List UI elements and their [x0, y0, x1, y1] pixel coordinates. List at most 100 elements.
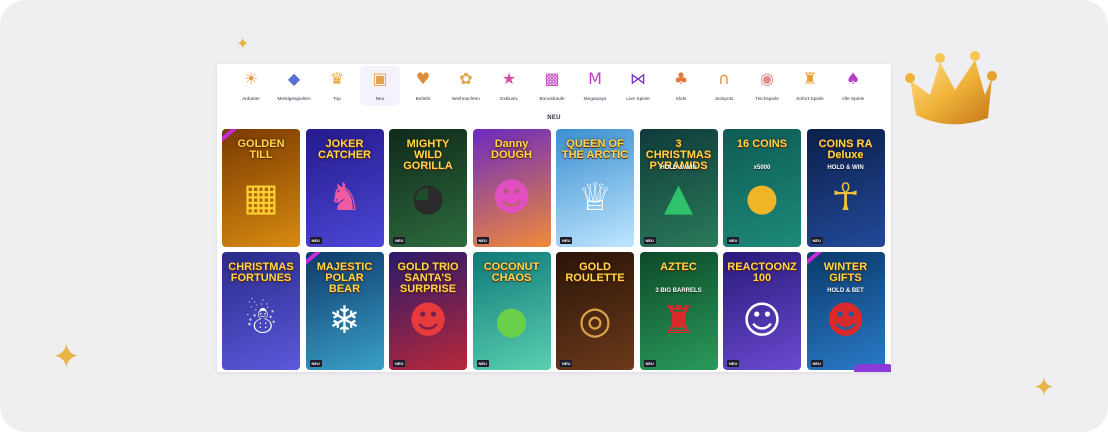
- game-title: QUEEN OF THE ARCTIC: [561, 138, 629, 161]
- crown-icon: ♛: [329, 69, 345, 88]
- game-title: COINS RA Deluxe: [818, 138, 873, 161]
- game-tile[interactable]: ☺ REACTOONZ 100 NEU: [723, 252, 801, 370]
- chat-button[interactable]: [854, 364, 891, 372]
- sun-icon: ☀: [243, 69, 259, 88]
- game-artwork: ☻: [408, 298, 448, 343]
- category-neu[interactable]: ▣ Neu: [360, 66, 400, 106]
- bowtie-icon: ⋈: [630, 69, 646, 88]
- category-top[interactable]: ♛ Top: [317, 66, 357, 106]
- category-sofort-spiele[interactable]: ♜ Sofort-Spiele: [790, 66, 830, 106]
- games-panel: ☀ Anbieter ◆ Meistgespielten ♛ Top ▣ Neu ♥ Belieb…: [217, 64, 891, 372]
- category-label: Jackpots: [714, 97, 734, 102]
- category-jackpots[interactable]: ∩ Jackpots: [704, 66, 744, 106]
- category-label: Weihnachten: [452, 97, 480, 102]
- diamond-icon: ◆: [287, 69, 301, 88]
- category-live-spiele[interactable]: ⋈ Live Spiele: [618, 66, 658, 106]
- new-badge: NEU: [393, 360, 406, 367]
- category-label: Meistgespielten: [277, 97, 311, 102]
- new-badge: NEU: [309, 237, 322, 244]
- game-artwork: ▲: [663, 175, 694, 220]
- game-tile[interactable]: ● 16 COINS x5000 NEU: [723, 129, 801, 247]
- game-artwork: ●: [494, 298, 529, 343]
- game-tile[interactable]: ◎ GOLD ROULETTE NEU: [556, 252, 634, 370]
- new-badge: NEU: [309, 360, 322, 367]
- game-artwork: ◎: [578, 298, 612, 343]
- game-title: COCONUT CHAOS: [483, 261, 540, 284]
- game-title: GOLDEN TILL: [237, 138, 285, 161]
- game-artwork: ❄: [328, 298, 361, 343]
- category-alle-spiele[interactable]: ♠ Alle Spiele: [833, 66, 873, 106]
- game-title: MIGHTY WILD GORILLA: [403, 138, 453, 172]
- game-title: CHRISTMAS FORTUNES: [228, 261, 294, 284]
- game-tile[interactable]: ☻ Danny DOUGH NEU: [472, 129, 551, 247]
- category-label: Bonuskäufe: [539, 97, 565, 102]
- joystick-icon: ♜: [802, 69, 818, 88]
- game-tile[interactable]: ☻ WINTER GIFTS HOLD & BET NEU: [806, 252, 885, 370]
- category-megaways[interactable]: M Megaways: [575, 66, 615, 106]
- new-badge: NEU: [810, 360, 823, 367]
- game-artwork: ☃: [243, 298, 279, 343]
- gift-box-icon: ▣: [372, 69, 388, 88]
- game-title: GOLD TRIO SANTA'S SURPRISE: [397, 261, 459, 295]
- game-tile[interactable]: ◕ MIGHTY WILD GORILLA NEU: [389, 129, 467, 247]
- gift-bow-icon: ✿: [459, 69, 473, 88]
- star-icon: ★: [501, 69, 517, 88]
- donut-icon: ◉: [760, 69, 774, 88]
- game-title: AZTEC: [660, 261, 697, 273]
- game-artwork: ●: [745, 175, 779, 220]
- game-tile[interactable]: ♕ QUEEN OF THE ARCTIC NEU: [556, 129, 634, 247]
- present-icon: ▩: [544, 69, 560, 88]
- game-artwork: ☻: [825, 298, 866, 343]
- category-label: Exklusiv: [500, 97, 518, 102]
- game-subtitle: HOLD & WIN: [660, 165, 697, 171]
- sparkle-icon: ✦: [52, 337, 81, 377]
- category-label: Anbieter: [242, 97, 260, 102]
- horseshoe-icon: ∩: [718, 69, 730, 88]
- category-label: Alle Spiele: [841, 97, 865, 102]
- game-title: REACTOONZ 100: [727, 261, 797, 284]
- category-label: Live Spiele: [626, 97, 650, 102]
- category-label: Neu: [375, 97, 385, 102]
- category-bonusk-ufe[interactable]: ▩ Bonuskäufe: [532, 66, 572, 106]
- category-label: Beliebt: [415, 97, 431, 102]
- game-tile[interactable]: ☻ GOLD TRIO SANTA'S SURPRISE NEU: [389, 252, 467, 370]
- game-subtitle: x5000: [753, 165, 771, 171]
- new-badge: NEU: [643, 237, 656, 244]
- game-tile[interactable]: ❄ MAJESTIC POLAR BEAR NEU: [305, 252, 384, 370]
- game-title: JOKER CATCHER: [318, 138, 371, 161]
- category-beliebt[interactable]: ♥ Beliebt: [403, 66, 443, 106]
- game-artwork: ♜: [661, 298, 696, 343]
- game-tile[interactable]: ♜ AZTEC 3 BIG BARRELS NEU: [639, 252, 718, 370]
- category-exklusiv[interactable]: ★ Exklusiv: [489, 66, 529, 106]
- category-meistgespielten[interactable]: ◆ Meistgespielten: [274, 66, 314, 106]
- game-tile[interactable]: ▦ GOLDEN TILL: [222, 129, 300, 247]
- game-tile[interactable]: ● COCONUT CHAOS NEU: [472, 252, 551, 370]
- section-title: NEU: [547, 115, 561, 121]
- game-title: MAJESTIC POLAR BEAR: [316, 261, 373, 295]
- game-tile[interactable]: ☥ COINS RA Deluxe HOLD & WIN NEU: [806, 129, 885, 247]
- category-label: Sofort-Spiele: [796, 97, 824, 102]
- game-title: GOLD ROULETTE: [565, 261, 625, 284]
- game-subtitle: 3 BIG BARRELS: [655, 288, 702, 294]
- category-tischspiele[interactable]: ◉ Tischspiele: [747, 66, 787, 106]
- game-subtitle: HOLD & WIN: [827, 165, 864, 171]
- game-title: WINTER GIFTS: [823, 261, 868, 284]
- game-tile[interactable]: ♞ JOKER CATCHER NEU: [305, 129, 384, 247]
- category-anbieter[interactable]: ☀ Anbieter: [231, 66, 271, 106]
- category-label: Top: [333, 97, 341, 102]
- new-badge: NEU: [476, 237, 489, 244]
- category-weihnachten[interactable]: ✿ Weihnachten: [446, 66, 486, 106]
- game-artwork: ▦: [243, 175, 279, 220]
- new-badge: NEU: [393, 237, 406, 244]
- game-tile[interactable]: ☃ CHRISTMAS FORTUNES: [222, 252, 300, 370]
- game-title: Danny DOUGH: [491, 138, 532, 161]
- cards-icon: ♠: [845, 69, 861, 88]
- category-label: Slots: [675, 97, 687, 102]
- new-badge: NEU: [810, 237, 823, 244]
- category-slots[interactable]: ♣ Slots: [661, 66, 701, 106]
- sparkle-icon: ✦: [236, 34, 250, 53]
- cherries-icon: ♣: [673, 69, 689, 88]
- game-tile[interactable]: ▲ 3 CHRISTMAS PYRAMIDS HOLD & WIN NEU: [639, 129, 718, 247]
- game-artwork: ☺: [742, 298, 782, 343]
- strawberry-icon: ♥: [415, 69, 431, 88]
